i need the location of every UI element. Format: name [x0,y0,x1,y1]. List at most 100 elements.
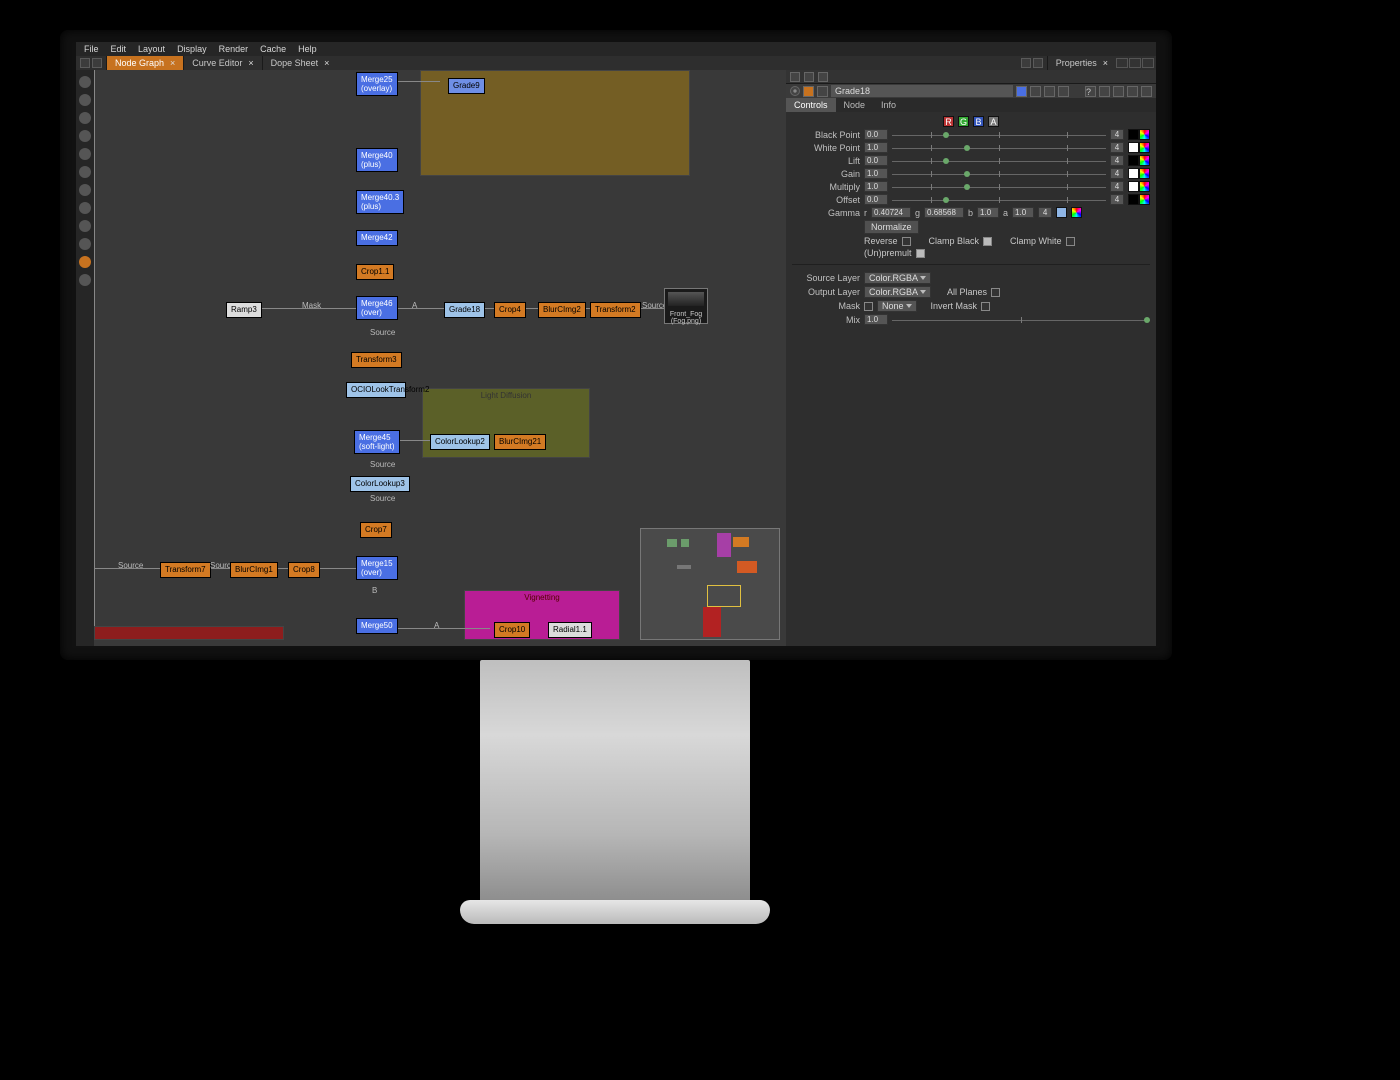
node-merge42[interactable]: Merge42 [356,230,398,246]
node-grade18[interactable]: Grade18 [444,302,485,318]
tool-icon[interactable] [79,76,91,88]
menu-edit[interactable]: Edit [111,44,127,54]
swatch[interactable] [1128,142,1139,153]
tool-icon[interactable] [79,220,91,232]
node-clut3[interactable]: ColorLookup3 [350,476,410,492]
all-planes-checkbox[interactable] [991,288,1000,297]
reverse-checkbox[interactable] [902,237,911,246]
backdrop[interactable] [94,626,284,640]
prop-tool-icon[interactable] [790,72,800,82]
node-ramp3[interactable]: Ramp3 [226,302,262,318]
prop-tab-node[interactable]: Node [836,98,874,112]
value-slider[interactable] [892,195,1106,205]
gamma-g[interactable]: 0.68568 [924,207,964,218]
value-field[interactable]: 1.0 [864,181,888,192]
color-icon[interactable] [803,86,814,97]
pane-icon[interactable] [1033,58,1043,68]
gamma-swatch[interactable] [1056,207,1067,218]
tool-icon[interactable] [79,184,91,196]
node-merge25[interactable]: Merge25 (overlay) [356,72,398,96]
node-clut2[interactable]: ColorLookup2 [430,434,490,450]
value-field[interactable]: 0.0 [864,129,888,140]
close-icon[interactable]: × [1103,58,1108,68]
four-button[interactable]: 4 [1110,194,1124,205]
navigator-viewport[interactable] [707,585,741,607]
clamp-black-checkbox[interactable] [983,237,992,246]
maximize-icon[interactable] [1127,86,1138,97]
close-icon[interactable] [1141,86,1152,97]
pane-icon[interactable] [92,58,102,68]
prop-tool-icon[interactable] [818,72,828,82]
value-field[interactable]: 1.0 [864,168,888,179]
node-crop11[interactable]: Crop1.1 [356,264,394,280]
value-slider[interactable] [892,156,1106,166]
node-merge45[interactable]: Merge45 (soft-light) [354,430,400,454]
node-crop4[interactable]: Crop4 [494,302,526,318]
four-button[interactable]: 4 [1110,142,1124,153]
minimize-icon[interactable] [1113,86,1124,97]
tool-icon[interactable] [79,112,91,124]
value-slider[interactable] [892,130,1106,140]
mask-select[interactable]: None [877,300,917,312]
tool-icon[interactable] [79,94,91,106]
close-icon[interactable]: × [324,58,329,68]
node-ocio[interactable]: OCIOLookTransform2 [346,382,406,398]
close-icon[interactable]: × [170,58,175,68]
swatch[interactable] [1128,155,1139,166]
menu-display[interactable]: Display [177,44,207,54]
value-slider[interactable] [892,182,1106,192]
unpremult-checkbox[interactable] [916,249,925,258]
node-merge50[interactable]: Merge50 [356,618,398,634]
tool-icon[interactable] [79,274,91,286]
node-xform2[interactable]: Transform2 [590,302,641,318]
node-merge40[interactable]: Merge40 (plus) [356,148,398,172]
pane-icon[interactable] [1021,58,1031,68]
four-button[interactable]: 4 [1110,168,1124,179]
node-merge15[interactable]: Merge15 (over) [356,556,398,580]
gamma-r[interactable]: 0.40724 [871,207,911,218]
node-color-icon[interactable] [1016,86,1027,97]
prev-icon[interactable] [1030,86,1041,97]
reset-icon[interactable] [1058,86,1069,97]
graph-navigator[interactable] [640,528,780,640]
node-radial[interactable]: Radial1.1 [548,622,592,638]
swatch[interactable] [1128,129,1139,140]
four-button[interactable]: 4 [1110,129,1124,140]
close-button[interactable] [1142,58,1154,68]
tool-icon[interactable] [79,238,91,250]
value-field[interactable]: 0.0 [864,194,888,205]
menu-help[interactable]: Help [298,44,317,54]
normalize-button[interactable]: Normalize [864,220,919,234]
channel-r[interactable]: R [943,116,954,127]
source-layer-select[interactable]: Color.RGBA [864,272,931,284]
minimize-button[interactable] [1116,58,1128,68]
node-xform3[interactable]: Transform3 [351,352,402,368]
mask-enable-checkbox[interactable] [864,302,873,311]
mix-slider[interactable] [892,315,1150,325]
menu-cache[interactable]: Cache [260,44,286,54]
channel-g[interactable]: G [958,116,969,127]
node-crop7[interactable]: Crop7 [360,522,392,538]
prop-tool-icon[interactable] [804,72,814,82]
close-icon[interactable]: × [248,58,253,68]
color-picker-icon[interactable] [1139,168,1150,179]
color-picker-icon[interactable] [1139,129,1150,140]
color-picker-icon[interactable] [1139,181,1150,192]
color-picker-icon[interactable] [1139,194,1150,205]
node-xform7[interactable]: Transform7 [160,562,211,578]
node-merge403[interactable]: Merge40.3 (plus) [356,190,404,214]
output-layer-select[interactable]: Color.RGBA [864,286,931,298]
tab-dope-sheet[interactable]: Dope Sheet × [262,56,338,70]
tab-properties[interactable]: Properties × [1047,56,1116,70]
channel-b[interactable]: B [973,116,984,127]
swatch[interactable] [1128,181,1139,192]
node-front-fog[interactable]: Front_Fog (Fog.png) [664,288,708,324]
node-blurA[interactable]: BlurCImg2 [538,302,586,318]
color-picker-icon[interactable] [1139,142,1150,153]
color-picker-icon[interactable] [1139,155,1150,166]
tool-icon[interactable] [79,202,91,214]
backdrop-vignetting[interactable]: Vignetting [464,590,620,640]
four-button[interactable]: 4 [1110,181,1124,192]
menu-file[interactable]: File [84,44,99,54]
value-slider[interactable] [892,169,1106,179]
